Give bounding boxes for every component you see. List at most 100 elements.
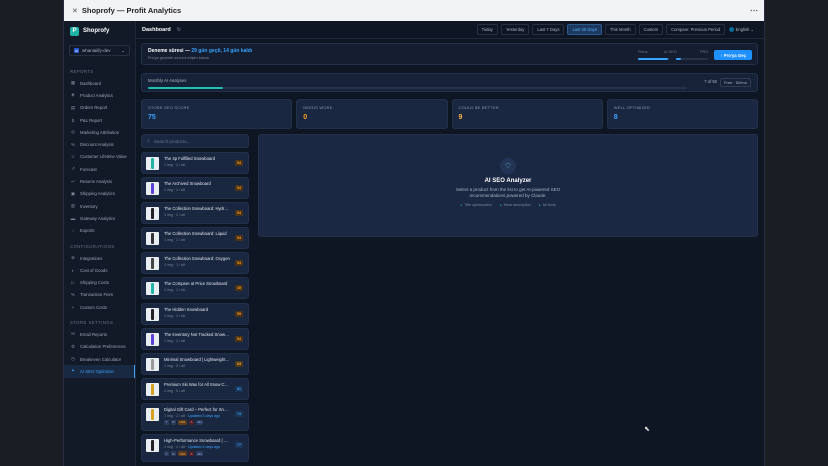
- product-tag: D: [170, 451, 177, 457]
- product-seo-score: 54: [235, 210, 243, 217]
- language-selector[interactable]: 🌐 English ⌄: [725, 25, 758, 35]
- product-meta-text: 1 img · 1 / alt: [164, 263, 185, 268]
- product-thumbnail: [146, 257, 159, 271]
- product-list-item[interactable]: The Collection Snowboard: Hydrogen 1 img …: [141, 202, 249, 225]
- product-meta: 1 img · 1 / alt · Updated 4 days ago: [164, 445, 244, 449]
- product-meta: 1 img · 1 / alt: [164, 238, 244, 242]
- refresh-icon[interactable]: ↻: [177, 27, 181, 33]
- sidebar-item-orders-report[interactable]: ▤ Orders Report: [64, 102, 135, 114]
- product-list-item[interactable]: The Hidden Snowboard 1 img · 1 / alt 55: [141, 302, 249, 325]
- product-seo-score: 55: [235, 310, 243, 317]
- sidebar-item-integrations[interactable]: ⊕ Integrations: [64, 252, 135, 264]
- section-title-reports: REPORTS: [70, 69, 94, 74]
- sidebar-item-shipping-costs[interactable]: ▷ Shipping Costs: [64, 276, 135, 288]
- sidebar-item-shipping-analytics[interactable]: ▣ Shipping Analytics: [64, 188, 135, 200]
- sidebar-item-cost-of-goods[interactable]: ◐ Cost of Goods: [64, 264, 135, 276]
- product-tag: AH: [196, 451, 204, 457]
- product-seo-score: 54: [235, 335, 243, 342]
- sidebar-item-calculation-preferences[interactable]: ⚙ Calculation Preferences: [64, 341, 135, 353]
- product-list-item[interactable]: Minimal Snowboard | Lightweight & Durabl…: [141, 352, 249, 375]
- product-name: The Collection Snowboard: Oxygen: [164, 256, 230, 262]
- section-title-store-settings: STORE SETTINGS: [70, 320, 114, 326]
- forecast-icon: ↗: [71, 166, 75, 172]
- more-icon[interactable]: ⋯: [750, 6, 758, 15]
- product-seo-score: 54: [235, 185, 243, 192]
- product-name: The Inventory Not Tracked Snowboard: [164, 331, 230, 337]
- sidebar-item-product-analytics[interactable]: ◈ Product Analytics: [64, 89, 135, 101]
- product-seo-score: 74: [235, 410, 243, 417]
- range-this-month[interactable]: This Month: [604, 24, 636, 35]
- product-meta-text: 1 img · 1 / alt: [164, 313, 185, 318]
- sidebar-item-label: Returns Analysis: [80, 179, 113, 185]
- range-custom[interactable]: Custom: [638, 24, 664, 35]
- product-list-item[interactable]: Premium Ski Wax for All Snow Conditions1…: [141, 377, 249, 400]
- p-l-report-icon: $: [71, 117, 75, 123]
- product-name: The Collection Snowboard: Hydrogen: [164, 206, 230, 212]
- product-list-item[interactable]: The Collection Snowboard: Liquid 1 img · …: [141, 227, 249, 250]
- range-yesterday[interactable]: Yesterday: [500, 24, 530, 35]
- product-meta-text: 1 img · 0 / alt: [164, 388, 185, 393]
- search-box[interactable]: ⌕ Search products...: [141, 134, 249, 148]
- product-meta-text: 1 img · 1 / alt ·: [164, 445, 187, 450]
- sidebar-item-label: Transaction Fees: [80, 292, 114, 298]
- sidebar-item-custom-costs[interactable]: + Custom Costs: [64, 301, 135, 313]
- date-range-group: Today Yesterday Last 7 Days Last 30 Days Thi…: [476, 24, 726, 35]
- product-list-item[interactable]: The Collection Snowboard: Oxygen 1 img · …: [141, 252, 249, 275]
- sidebar-item-p-l-report[interactable]: $ P&L Report: [64, 114, 135, 126]
- monthly-analyses: Monthly AI Analyses 7 of 50 Free · 50/mo: [141, 73, 758, 92]
- sidebar-item-dashboard[interactable]: ▦ Dashboard: [64, 77, 135, 89]
- product-thumbnail-image: [151, 308, 154, 320]
- sidebar-item-transaction-fees[interactable]: % Transaction Fees: [64, 289, 135, 301]
- sidebar-item-label: Orders Report: [80, 105, 108, 111]
- product-analytics-icon: ◈: [71, 92, 75, 98]
- product-thumbnail: [146, 407, 159, 421]
- range-today[interactable]: Today: [476, 24, 498, 35]
- analyzer-description: Select a product from the list to get AI…: [455, 187, 561, 198]
- product-tags: T D URL A AH: [164, 419, 244, 425]
- exports-icon: ↓: [71, 228, 75, 234]
- sidebar-item-returns-analysis[interactable]: ↩ Returns Analysis: [64, 175, 135, 187]
- product-list-item[interactable]: The Inventory Not Tracked Snowboard 1 img…: [141, 327, 249, 350]
- stat-card-well-optimized: WELL OPTIMIZED 8: [606, 99, 758, 129]
- product-list-item[interactable]: The Compare at Price Snowboard 1 img · 1 …: [141, 277, 249, 300]
- product-meta-text: 1 img · 1 / alt: [164, 238, 185, 243]
- product-list-item[interactable]: High-Performance Snowboard | Woodcore1 i…: [141, 434, 249, 463]
- score-cards: STORE SEO SCORE 75 NEEDS WORK 0 COULD BE BET…: [141, 99, 758, 129]
- sidebar-item-forecast[interactable]: ↗ Forecast: [64, 163, 135, 175]
- range-last-7-days[interactable]: Last 7 Days: [532, 24, 565, 35]
- meter-fill-plans: [638, 58, 669, 60]
- product-seo-score: 63: [235, 360, 243, 367]
- sidebar-item-label: Product Analytics: [80, 92, 113, 98]
- product-thumbnail: [146, 282, 159, 296]
- orders-report-icon: ▤: [70, 104, 76, 110]
- sidebar-item-exports[interactable]: ↓ Exports: [64, 225, 135, 237]
- sidebar-item-gateway-analytics[interactable]: ▬ Gateway Analytics: [64, 212, 135, 224]
- sidebar-item-breakeven-calculator[interactable]: ◷ Breakeven Calculator: [64, 353, 135, 365]
- product-thumbnail-image: [151, 408, 154, 420]
- product-name: The Hidden Snowboard: [164, 306, 208, 312]
- close-icon[interactable]: ✕: [72, 7, 78, 15]
- sidebar-item-inventory[interactable]: ▥ Inventory: [64, 200, 135, 212]
- product-thumbnail-image: [151, 233, 154, 245]
- sidebar-item-ai-seo-optimizer[interactable]: ✦ AI SEO Optimizer: [64, 365, 135, 378]
- product-list-item[interactable]: The Archived Snowboard 1 img · 1 / alt 54: [141, 177, 249, 200]
- shipping-analytics-icon: ▣: [70, 190, 76, 196]
- product-seo-score: 77: [235, 442, 243, 449]
- product-list-item[interactable]: Digital Gift Card – Perfect for Snowboar…: [141, 402, 249, 431]
- upgrade-button[interactable]: ↑ Pro'ya Geç: [714, 50, 752, 60]
- search-input[interactable]: Search products...: [154, 139, 191, 144]
- sidebar-item-customer-lifetime-value[interactable]: ☺ Customer Lifetime Value: [64, 151, 135, 163]
- feature-meta-description: Meta description: [500, 203, 531, 207]
- sidebar-item-discount-analysis[interactable]: % Discount Analysis: [64, 138, 135, 150]
- transaction-fees-icon: %: [70, 292, 75, 298]
- sidebar-item-email-reports[interactable]: ✉ Email Reports: [64, 328, 135, 340]
- product-list-item[interactable]: The 3p Fulfilled Snowboard 1 img · 1 / al…: [141, 152, 249, 174]
- range-last-30-days[interactable]: Last 30 Days: [567, 24, 602, 35]
- email-reports-icon: ✉: [71, 331, 75, 337]
- product-thumbnail-image: [151, 283, 154, 295]
- stat-card-could-be-better: COULD BE BETTER 9: [451, 99, 603, 129]
- breakeven-calculator-icon: ◷: [71, 356, 75, 362]
- range-compare-previous-period[interactable]: Compare: Previous Period: [666, 24, 726, 35]
- sidebar-item-marketing-attribution[interactable]: ◎ Marketing Attribution: [64, 126, 135, 138]
- store-selector[interactable]: W whaniaiify-dev ⌄: [69, 45, 130, 56]
